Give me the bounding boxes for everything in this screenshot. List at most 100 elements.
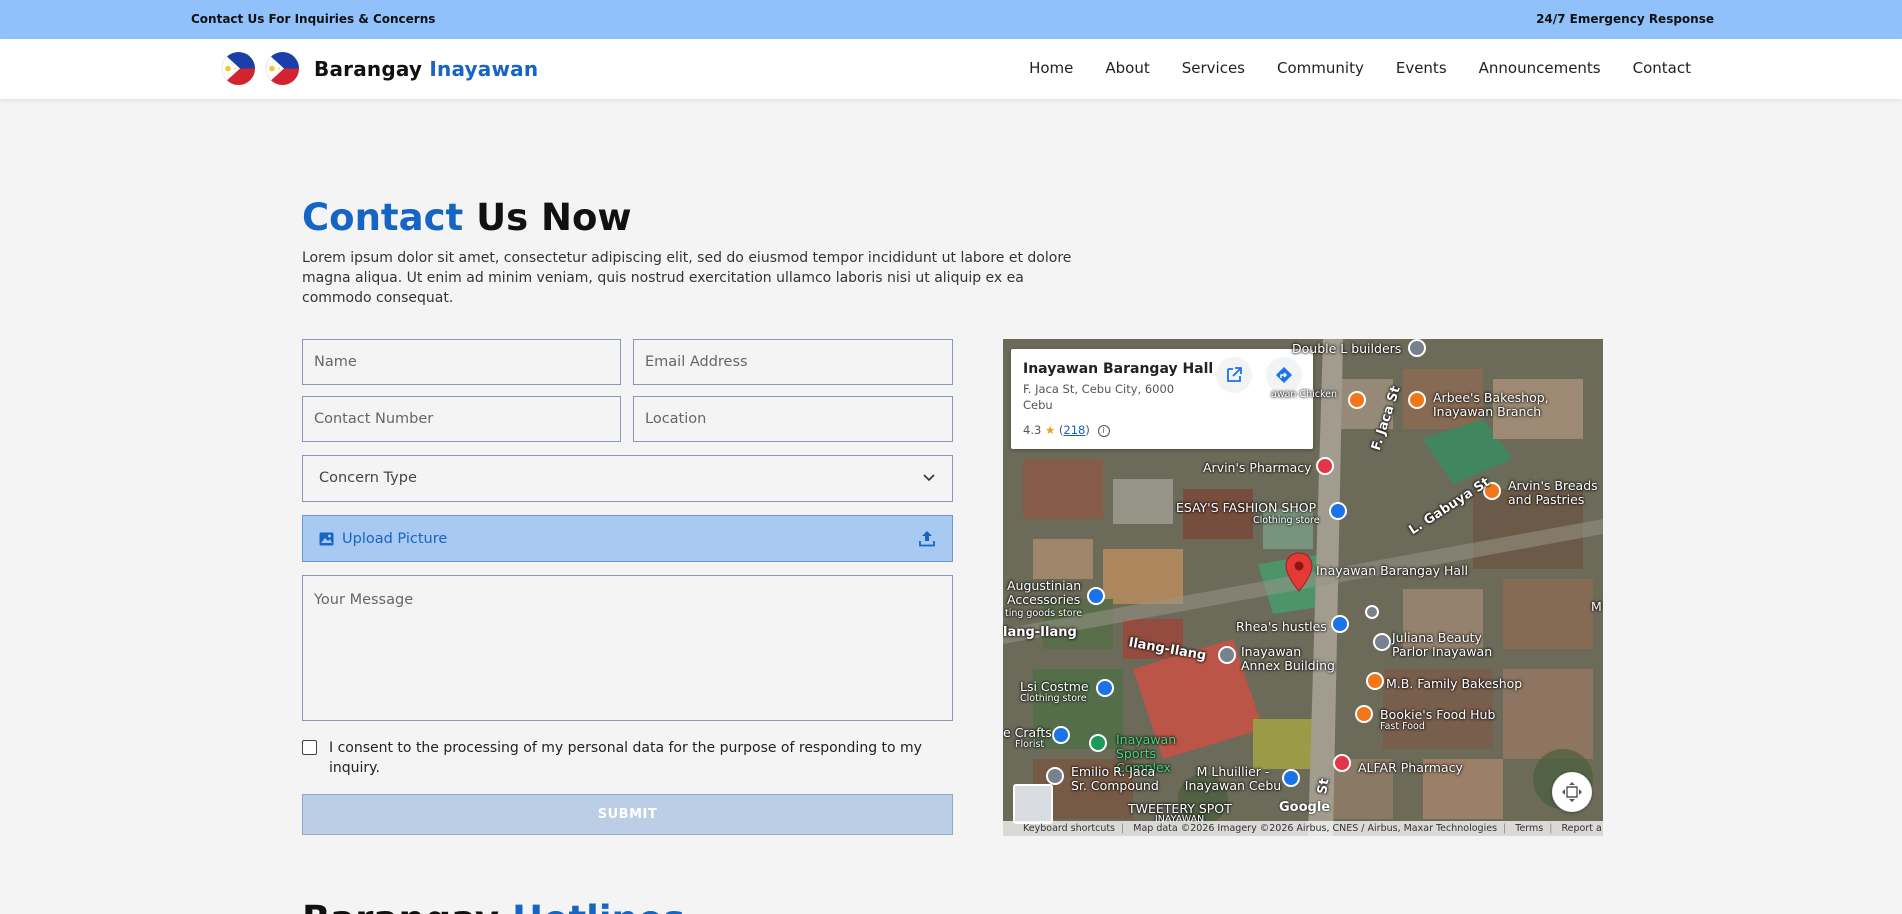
location-pin-icon[interactable]	[1284, 552, 1314, 592]
open-in-maps-button[interactable]	[1216, 357, 1252, 393]
nav-item-home[interactable]: Home	[1029, 59, 1073, 77]
map-label-florist: Florist	[1015, 739, 1045, 750]
poi-marker-icon[interactable]	[1046, 767, 1064, 785]
page-title: Contact Us Now	[302, 196, 632, 239]
map-label-lsi-sub: Clothing store	[1020, 693, 1087, 704]
star-icon: ★	[1044, 423, 1056, 437]
fullscreen-button[interactable]	[1552, 772, 1592, 812]
report-map-error-link[interactable]: Report a map error	[1561, 823, 1603, 834]
map-label-arvins-pharmacy: Arvin's Pharmacy	[1203, 460, 1312, 475]
map-label-juliana: Juliana Beauty Parlor Inayawan	[1392, 630, 1493, 659]
map-label-annex: Inayawan Annex Building	[1241, 644, 1335, 673]
email-field[interactable]: Email Address	[633, 339, 953, 385]
top-bar: Contact Us For Inquiries & Concerns 24/7…	[0, 0, 1902, 39]
restaurant-icon[interactable]	[1355, 705, 1373, 723]
nav-item-services[interactable]: Services	[1182, 59, 1245, 77]
shopping-icon[interactable]	[1282, 769, 1300, 787]
fullscreen-icon	[1562, 782, 1582, 802]
map-label-emilio: Emilio R. Jaca Sr. Compound	[1071, 764, 1159, 793]
shopping-icon[interactable]	[1329, 502, 1347, 520]
terms-link[interactable]: Terms	[1515, 823, 1543, 834]
brand-name[interactable]: Barangay Inayawan	[314, 57, 538, 81]
concern-type-select[interactable]: Concern Type	[302, 455, 953, 502]
map-label-crafts: e Crafts	[1003, 725, 1052, 740]
map-label-rheas: Rhea's hustles	[1236, 619, 1327, 634]
restaurant-icon[interactable]	[1348, 391, 1366, 409]
shopping-icon[interactable]	[1096, 679, 1114, 697]
map-label-barangay-hall: Inayawan Barangay Hall	[1316, 563, 1469, 578]
map-layer-toggle[interactable]	[1013, 784, 1053, 824]
map-place-rating: 4.3 ★ (218) i	[1023, 423, 1110, 437]
navbar: Barangay Inayawan Home About Services Co…	[0, 39, 1902, 99]
upload-picture-label: Upload Picture	[342, 531, 448, 547]
map-label-mb-family: M.B. Family Bakeshop	[1386, 676, 1523, 691]
map-label-arvins-breads: Arvin's Breads and Pastries	[1508, 478, 1598, 507]
map-label-clothing-store: Clothing store	[1253, 515, 1320, 526]
hotlines-title: Barangay Hotlines	[302, 898, 685, 914]
map-label-sporting-goods: ting goods store	[1005, 608, 1083, 619]
nav-item-contact[interactable]: Contact	[1633, 59, 1691, 77]
pharmacy-icon[interactable]	[1316, 457, 1334, 475]
location-field[interactable]: Location	[633, 396, 953, 442]
restaurant-icon[interactable]	[1408, 391, 1426, 409]
name-field[interactable]: Name	[302, 339, 621, 385]
shopping-icon[interactable]	[1087, 587, 1105, 605]
nav-item-events[interactable]: Events	[1396, 59, 1447, 77]
map-attribution: Keyboard shortcuts | Map data ©2026 Image…	[1003, 821, 1603, 836]
shopping-icon[interactable]	[1331, 615, 1349, 633]
nav-item-announcements[interactable]: Announcements	[1479, 59, 1601, 77]
directions-button[interactable]	[1266, 357, 1302, 393]
map-data-text: Map data ©2026 Imagery ©2026 Airbus, CNE…	[1133, 823, 1498, 834]
brand-name-accent: Inayawan	[429, 57, 539, 81]
embedded-map[interactable]: Inayawan Barangay Hall F. Jaca St, Cebu …	[1003, 339, 1603, 836]
map-label-arbees: Arbee's Bakeshop, Inayawan Branch	[1433, 390, 1549, 419]
map-label-lsi: Lsi Costme	[1020, 679, 1089, 694]
review-count-link[interactable]: 218	[1063, 423, 1085, 437]
image-icon	[319, 532, 334, 546]
map-label-builders: Double L builders	[1292, 341, 1402, 356]
upload-icon	[919, 531, 935, 547]
page-title-accent: Contact	[302, 196, 464, 239]
info-icon[interactable]: i	[1097, 424, 1110, 437]
park-icon[interactable]	[1089, 734, 1107, 752]
philippine-flag-icon	[222, 52, 255, 85]
message-textarea[interactable]: Your Message	[302, 575, 953, 721]
map-label-bookies: Bookie's Food Hub	[1380, 707, 1496, 722]
rating-value: 4.3	[1023, 423, 1042, 437]
keyboard-shortcuts-link[interactable]: Keyboard shortcuts	[1023, 823, 1115, 834]
hotlines-title-accent: Hotlines	[512, 898, 685, 914]
map-label-edge-m: M	[1591, 599, 1602, 614]
poi-marker-icon[interactable]	[1408, 339, 1426, 357]
shopping-icon[interactable]	[1052, 726, 1070, 744]
landmark-icon[interactable]	[1218, 646, 1236, 664]
nav-item-community[interactable]: Community	[1277, 59, 1364, 77]
upload-picture-button[interactable]: Upload Picture	[302, 515, 953, 562]
map-label-augustinian: Augustinian Accessories	[1007, 578, 1082, 607]
topbar-inquiries-text: Contact Us For Inquiries & Concerns	[191, 12, 436, 26]
poi-marker-icon[interactable]	[1373, 633, 1391, 651]
page-title-rest: Us Now	[476, 196, 632, 239]
concern-type-label: Concern Type	[319, 470, 417, 486]
restaurant-icon[interactable]	[1366, 672, 1384, 690]
directions-icon	[1276, 367, 1292, 383]
topbar-emergency-text: 24/7 Emergency Response	[1536, 12, 1714, 26]
bus-stop-icon[interactable]	[1365, 605, 1379, 619]
pharmacy-icon[interactable]	[1333, 754, 1351, 772]
intro-paragraph: Lorem ipsum dolor sit amet, consectetur …	[302, 250, 1072, 306]
hotlines-title-text: Barangay	[302, 898, 499, 914]
map-label-alfar: ALFAR Pharmacy	[1358, 760, 1463, 775]
philippine-flag-icon	[266, 52, 299, 85]
chevron-down-icon	[923, 474, 935, 482]
street-label-st: St	[1315, 777, 1333, 796]
map-label-awan-chicken: awan Chicken	[1271, 389, 1337, 400]
submit-button[interactable]: SUBMIT	[302, 794, 953, 835]
map-place-name[interactable]: Inayawan Barangay Hall	[1023, 361, 1213, 377]
map-label-m-lhuillier: M Lhuillier - Inayawan Cebu	[1184, 764, 1282, 793]
consent-label: I consent to the processing of my person…	[329, 740, 922, 776]
google-logo: Google	[1279, 800, 1331, 815]
contact-number-field[interactable]: Contact Number	[302, 396, 621, 442]
consent-checkbox[interactable]	[302, 740, 317, 755]
nav-item-about[interactable]: About	[1105, 59, 1149, 77]
map-place-card: Inayawan Barangay Hall F. Jaca St, Cebu …	[1011, 349, 1313, 449]
main-nav: Home About Services Community Events Ann…	[1029, 59, 1691, 77]
